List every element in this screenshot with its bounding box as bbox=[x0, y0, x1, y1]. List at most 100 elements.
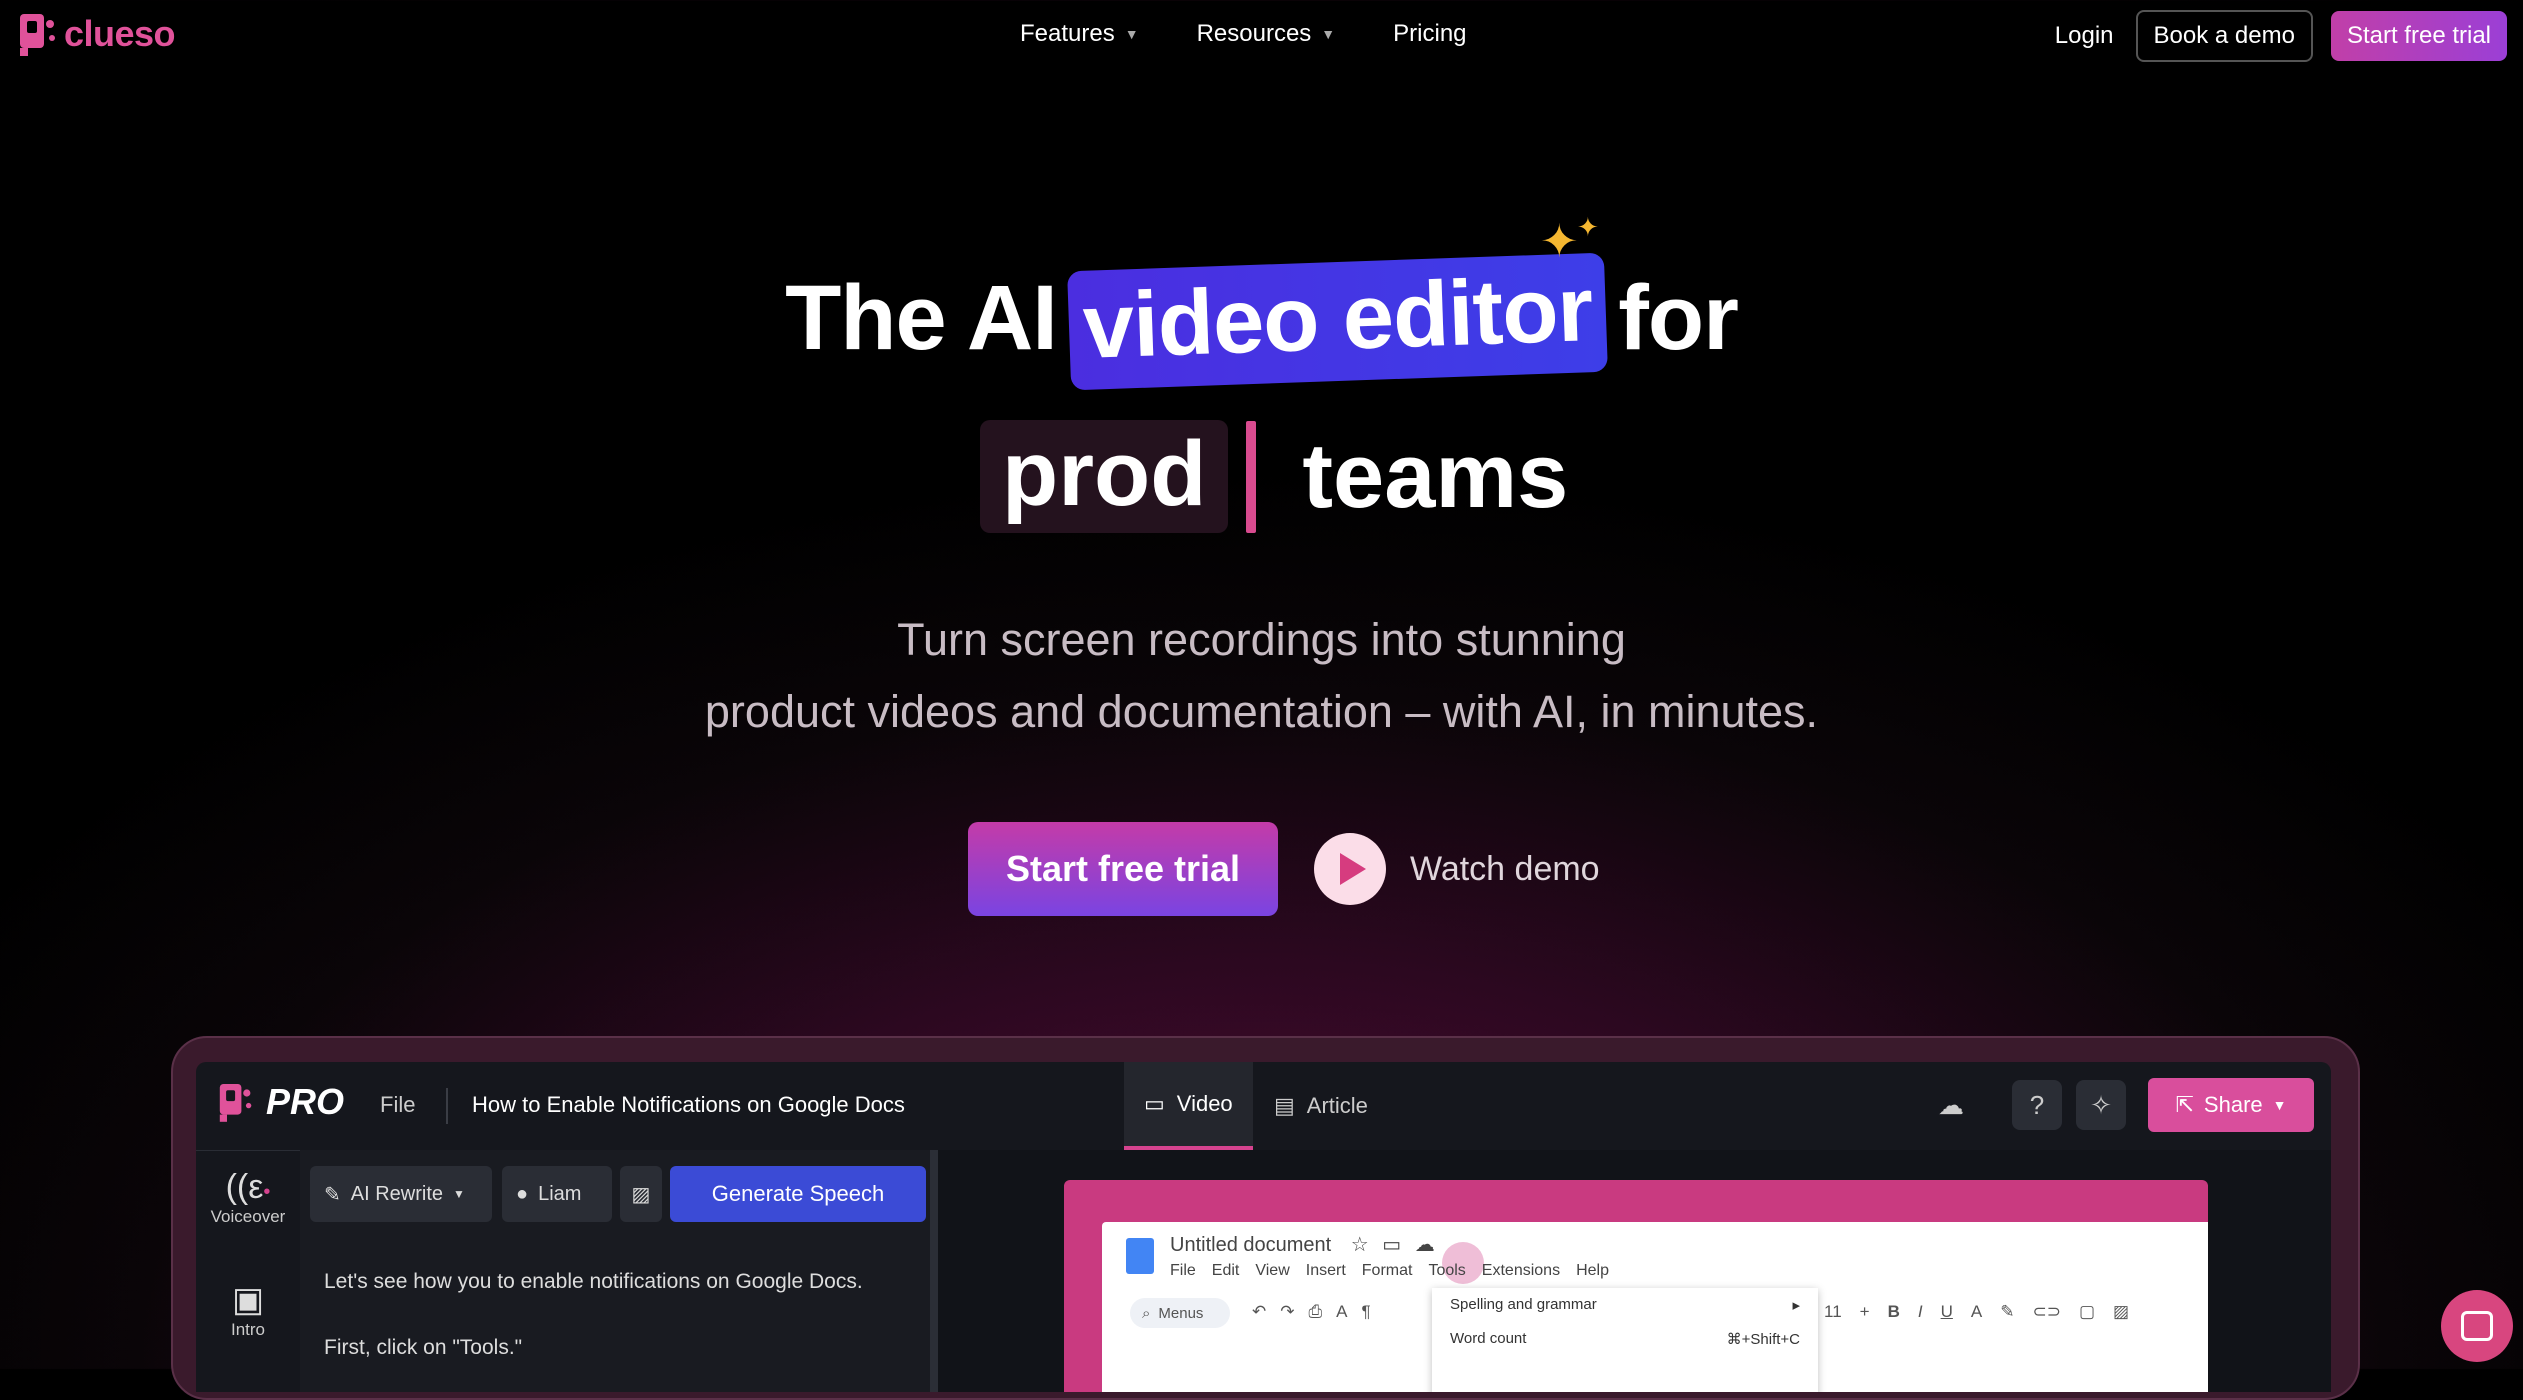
gdoc-format-toolbar: 11 + B I U A ✎ ⊂⊃ ▢ ▨ bbox=[1824, 1302, 2129, 1322]
chevron-down-icon: ▼ bbox=[1321, 26, 1336, 42]
ai-rewrite-dropdown[interactable]: ✎ AI Rewrite ▼ bbox=[310, 1166, 492, 1222]
book-demo-button[interactable]: Book a demo bbox=[2135, 10, 2313, 62]
headline-highlight: video editor bbox=[1066, 252, 1609, 391]
sparkle-icon: ✦ bbox=[1540, 215, 1579, 267]
image-button[interactable]: ▨ bbox=[620, 1166, 662, 1222]
gdoc-toolbar: ↶ ↷ ⎙ A ¶ bbox=[1252, 1302, 1371, 1322]
side-rail: ((ε• Voiceover ▣ Intro bbox=[196, 1150, 301, 1392]
play-icon bbox=[1340, 853, 1366, 885]
generate-speech-button[interactable]: Generate Speech bbox=[670, 1166, 926, 1222]
headline-end: teams bbox=[1302, 425, 1569, 527]
tab-label: Video bbox=[1176, 1091, 1233, 1116]
undo-icon: ↶ bbox=[1252, 1302, 1267, 1321]
pencil-icon: ✎ bbox=[324, 1183, 341, 1206]
redo-icon: ↷ bbox=[1280, 1302, 1295, 1321]
comment-icon: ▢ bbox=[2078, 1302, 2096, 1321]
nav-actions: Login Book a demo Start free trial bbox=[2051, 10, 2507, 62]
pro-label: PRO bbox=[266, 1081, 345, 1122]
share-label: Share bbox=[2203, 1092, 2263, 1117]
headline-pre: The AI bbox=[785, 267, 1058, 369]
chat-icon bbox=[2461, 1311, 2493, 1341]
video-camera-icon: ▭ bbox=[1144, 1091, 1165, 1116]
rail-item-intro[interactable]: ▣ Intro bbox=[196, 1280, 300, 1340]
chevron-down-icon: ▼ bbox=[2272, 1097, 2287, 1113]
dropdown-item-label: Spelling and grammar bbox=[1450, 1296, 1597, 1313]
gdoc-menu-item: View bbox=[1255, 1262, 1290, 1279]
nav-item-label: Pricing bbox=[1393, 20, 1467, 47]
subtitle-line-1: Turn screen recordings into stunning bbox=[897, 614, 1626, 665]
help-icon[interactable]: ? bbox=[2012, 1080, 2062, 1130]
link-icon: ⊂⊃ bbox=[2032, 1302, 2061, 1321]
chat-launcher[interactable] bbox=[2441, 1290, 2513, 1362]
spellcheck-icon: A bbox=[1336, 1302, 1348, 1321]
brand-name: clueso bbox=[64, 13, 176, 54]
document-icon: ▤ bbox=[1274, 1093, 1295, 1118]
hero-start-trial-button[interactable]: Start free trial bbox=[968, 822, 1278, 916]
sparkle-small-icon: ✦ bbox=[1577, 212, 1599, 242]
docs-icon bbox=[1126, 1238, 1154, 1274]
hero-subtitle: Turn screen recordings into stunning pro… bbox=[0, 604, 2523, 748]
gdoc-search: ⌕ Menus bbox=[1130, 1298, 1230, 1328]
script-panel: ✎ AI Rewrite ▼ ● Liam ▨ Generate Speech … bbox=[300, 1150, 938, 1392]
plus-icon: + bbox=[1859, 1302, 1870, 1321]
underline-icon: U bbox=[1940, 1302, 1953, 1321]
divider bbox=[446, 1088, 448, 1124]
main-menu: Features ▼ Resources ▼ Pricing bbox=[1020, 20, 1467, 48]
gdoc-menu-item: Format bbox=[1361, 1262, 1413, 1279]
nav-start-trial-button[interactable]: Start free trial bbox=[2330, 11, 2507, 61]
rail-label: Voiceover bbox=[210, 1207, 286, 1226]
cloud-icon[interactable]: ☁ bbox=[1926, 1080, 1976, 1130]
gdoc-tools-dropdown: Spelling and grammar ▸ Word count ⌘+Shif… bbox=[1432, 1288, 1818, 1392]
folder-icon: ▭ bbox=[1382, 1234, 1402, 1256]
image-icon: ▨ bbox=[631, 1183, 651, 1206]
headline-line-2: prod teams bbox=[980, 420, 1568, 533]
paint-format-icon: ¶ bbox=[1361, 1302, 1371, 1321]
ai-rewrite-label: AI Rewrite bbox=[350, 1182, 444, 1205]
clueso-logo-icon bbox=[20, 14, 55, 56]
font-size: 11 bbox=[1824, 1302, 1842, 1321]
tab-article[interactable]: ▤ Article bbox=[1254, 1062, 1388, 1150]
rail-item-voiceover[interactable]: ((ε• Voiceover bbox=[196, 1168, 300, 1227]
video-frame: Untitled document ☆ ▭ ☁ File Edit View I… bbox=[1064, 1180, 2208, 1392]
chevron-down-icon: ▼ bbox=[1124, 26, 1139, 42]
search-icon: ⌕ bbox=[1142, 1304, 1151, 1322]
nav-item-pricing[interactable]: Pricing bbox=[1393, 20, 1466, 48]
voice-label: Liam bbox=[538, 1182, 582, 1205]
translate-icon[interactable]: ✧ bbox=[2076, 1080, 2126, 1130]
chevron-down-icon: ▼ bbox=[453, 1187, 465, 1201]
gdoc-menu-item: Help bbox=[1576, 1262, 1609, 1279]
play-button[interactable] bbox=[1314, 833, 1386, 905]
intro-icon: ▣ bbox=[231, 1281, 265, 1319]
file-menu[interactable]: File bbox=[380, 1092, 415, 1118]
brand-logo[interactable]: clueso bbox=[18, 10, 176, 58]
nav-item-resources[interactable]: Resources ▼ bbox=[1197, 20, 1336, 48]
dropdown-item: Spelling and grammar ▸ bbox=[1432, 1288, 1818, 1322]
video-canvas: Untitled document ☆ ▭ ☁ File Edit View I… bbox=[938, 1150, 2331, 1392]
voiceover-icon: ((ε• bbox=[225, 1168, 271, 1206]
star-icon: ☆ bbox=[1350, 1234, 1369, 1256]
typed-word: prod bbox=[980, 420, 1229, 533]
tab-video[interactable]: ▭ Video bbox=[1124, 1062, 1253, 1150]
share-button[interactable]: ⇱ Share ▼ bbox=[2148, 1078, 2314, 1132]
print-icon: ⎙ bbox=[1308, 1302, 1323, 1321]
gdoc-search-label: Menus bbox=[1158, 1304, 1204, 1322]
app-topbar: PRO File How to Enable Notifications on … bbox=[196, 1062, 2331, 1151]
login-link[interactable]: Login bbox=[2051, 22, 2118, 50]
image-icon: ▨ bbox=[2113, 1302, 2130, 1321]
script-line[interactable]: First, click on "Tools." bbox=[324, 1336, 522, 1360]
highlight-icon: ✎ bbox=[2000, 1302, 2015, 1321]
dropdown-item: Word count ⌘+Shift+C bbox=[1432, 1322, 1818, 1356]
script-line[interactable]: Let's see how you to enable notification… bbox=[324, 1270, 863, 1294]
dropdown-item-label: Word count bbox=[1450, 1330, 1527, 1347]
cloud-icon: ☁ bbox=[1414, 1234, 1435, 1256]
share-icon: ⇱ bbox=[2175, 1092, 2194, 1117]
bold-icon: B bbox=[1887, 1302, 1900, 1321]
clueso-logo-icon bbox=[219, 1084, 252, 1122]
document-title[interactable]: How to Enable Notifications on Google Do… bbox=[472, 1092, 905, 1118]
gdoc-title-text: Untitled document bbox=[1170, 1234, 1332, 1256]
top-nav: clueso Features ▼ Resources ▼ Pricing Lo… bbox=[0, 0, 2523, 72]
nav-item-features[interactable]: Features ▼ bbox=[1020, 20, 1139, 48]
headline-post: for bbox=[1618, 267, 1739, 369]
watch-demo-link[interactable]: Watch demo bbox=[1410, 850, 1600, 889]
voice-selector[interactable]: ● Liam bbox=[502, 1166, 612, 1222]
